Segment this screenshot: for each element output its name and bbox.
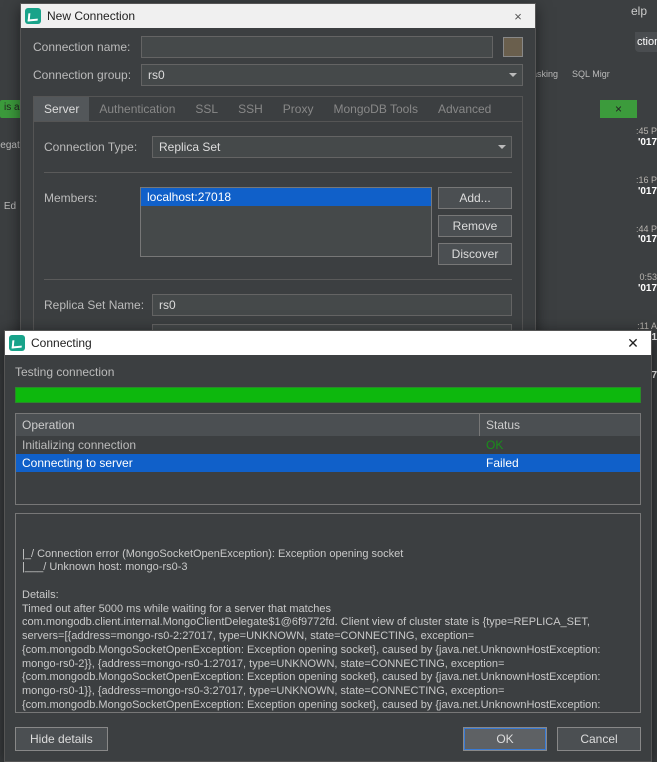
chevron-down-icon[interactable] [492,136,512,158]
discover-button[interactable]: Discover [438,243,512,265]
status-cell: OK [480,436,640,454]
connection-group-select[interactable] [141,64,523,86]
app-icon [25,8,41,24]
cancel-button[interactable]: Cancel [557,727,641,751]
members-label: Members: [44,187,134,205]
color-picker-button[interactable] [503,37,523,57]
operation-table: Operation Status Initializing connection… [15,413,641,505]
op-cell: Connecting to server [16,454,480,472]
error-text: |_/ Connection error (MongoSocketOpenExc… [22,548,622,714]
connection-group-row: Connection group: [21,62,535,90]
bg-help-menu: elp [631,4,647,18]
progress-bar [15,387,641,403]
connection-name-label: Connection name: [33,40,135,54]
testing-connection-label: Testing connection [15,365,641,379]
add-member-button[interactable]: Add... [438,187,512,209]
connection-type-row: Connection Type: [44,132,512,162]
connection-type-value[interactable] [152,136,512,158]
server-pane: Connection Type: Members: localhost:2701… [33,122,523,361]
ok-button[interactable]: OK [463,727,547,751]
members-list[interactable]: localhost:27018 [140,187,432,257]
table-row[interactable]: Connecting to server Failed [16,454,640,472]
bg-toolbar: lasking SQL Migr [530,56,657,92]
dialog-titlebar[interactable]: New Connection × [21,4,535,28]
members-row: Members: localhost:27018 Add... Remove D… [44,183,512,269]
member-item[interactable]: localhost:27018 [141,188,431,206]
connection-type-select[interactable] [152,136,512,158]
connection-group-value[interactable] [141,64,523,86]
bg-hint: 0:53'017 [632,272,657,295]
tab-ssl[interactable]: SSL [185,97,228,121]
hide-details-button[interactable]: Hide details [15,727,108,751]
replica-set-name-label: Replica Set Name: [44,298,146,312]
connecting-dialog: Connecting ✕ Testing connection Operatio… [4,330,652,762]
remove-member-button[interactable]: Remove [438,215,512,237]
close-icon[interactable]: ✕ [619,335,647,352]
dialog-title: Connecting [31,336,92,350]
replica-set-name-input[interactable] [152,294,512,316]
tab-ssh[interactable]: SSH [228,97,273,121]
dialog-title: New Connection [47,9,135,23]
new-connection-dialog: New Connection × Connection name: Connec… [20,3,536,370]
connection-name-input[interactable] [141,36,493,58]
tab-server[interactable]: Server [34,97,89,121]
connection-group-label: Connection group: [33,68,135,82]
app-icon [9,335,25,351]
connection-type-label: Connection Type: [44,140,146,154]
col-status: Status [480,414,640,436]
dialog-footer: Hide details OK Cancel [5,719,651,761]
error-details-box[interactable]: |_/ Connection error (MongoSocketOpenExc… [15,513,641,713]
tab-advanced[interactable]: Advanced [428,97,501,121]
bg-hint: :44 P'017 [632,224,657,247]
tab-mongodb-tools[interactable]: MongoDB Tools [323,97,428,121]
close-icon[interactable]: × [505,9,531,24]
connection-tabs: Server Authentication SSL SSH Proxy Mong… [33,96,523,122]
bg-hint: :16 P'017 [632,175,657,198]
dialog-titlebar[interactable]: Connecting ✕ [5,331,651,355]
col-operation: Operation [16,414,480,436]
bg-toolbar-sqlmig: SQL Migr [572,69,610,79]
replica-set-name-row: Replica Set Name: [44,290,512,320]
tab-authentication[interactable]: Authentication [89,97,185,121]
bg-hint: :45 P'017 [632,126,657,149]
status-cell: Failed [480,454,640,472]
tab-proxy[interactable]: Proxy [273,97,324,121]
op-cell: Initializing connection [16,436,480,454]
table-header: Operation Status [16,414,640,436]
bg-left-sidebar: egat Ed [0,140,20,242]
connection-name-row: Connection name: [21,28,535,62]
bg-ction-tag: ction [635,32,657,52]
table-row[interactable]: Initializing connection OK [16,436,640,454]
chevron-down-icon[interactable] [503,64,523,86]
bg-green-close[interactable]: × [600,100,637,118]
